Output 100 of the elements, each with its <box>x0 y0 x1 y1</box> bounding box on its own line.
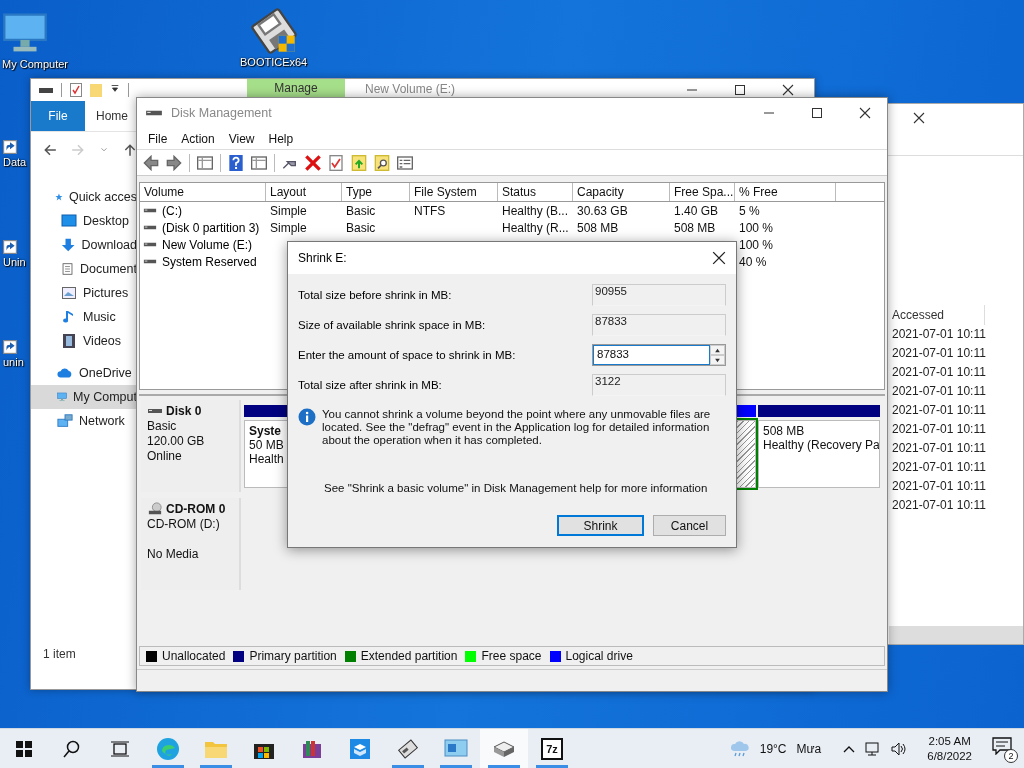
icon-label: unin <box>3 356 24 368</box>
legend-label: Logical drive <box>565 649 633 663</box>
column-header[interactable]: File System <box>410 183 498 201</box>
up-icon[interactable] <box>123 142 137 157</box>
icon-label: BOOTICEx64 <box>240 56 308 68</box>
nav-item[interactable]: Pictures <box>31 281 137 305</box>
horizontal-scrollbar[interactable] <box>889 626 1023 644</box>
nav-item[interactable]: Download <box>31 233 137 257</box>
date-cell-text: 2021-07-01 10:11 <box>892 345 987 362</box>
shortcut-icon <box>3 340 17 354</box>
videos-icon <box>61 333 77 349</box>
column-header[interactable]: Layout <box>266 183 342 201</box>
column-header[interactable]: Accessed <box>889 305 985 325</box>
table-cell-text: 30.63 GB <box>576 203 629 218</box>
nav-item[interactable]: Music <box>31 305 137 329</box>
readonly-field: 87833 <box>592 314 726 336</box>
info-icon <box>298 408 316 426</box>
column-header[interactable]: Volume <box>140 183 266 201</box>
weather-text[interactable]: Mưa <box>796 741 822 756</box>
date-cell-text: 2021-07-01 10:11 <box>892 440 987 457</box>
nav-item[interactable]: OneDrive <box>31 361 137 385</box>
column-header[interactable]: Free Spa... <box>670 183 735 201</box>
network-icon[interactable] <box>865 741 882 756</box>
chevron-up-icon[interactable] <box>843 744 856 753</box>
nav-item[interactable]: Desktop <box>31 209 137 233</box>
drive-icon <box>143 207 157 214</box>
menu-item[interactable]: File <box>141 131 175 146</box>
disk-name: Disk 0 <box>166 404 202 418</box>
chat-bubble-icon <box>992 736 1012 755</box>
panel-icon[interactable] <box>197 154 213 171</box>
disk-info: 120.00 GB <box>147 434 206 448</box>
taskbar-app[interactable]: 7z <box>528 729 576 768</box>
date-cell-text: 2021-07-01 10:11 <box>892 326 987 343</box>
table-cell-text: Simple <box>269 220 308 235</box>
column-header[interactable]: Status <box>498 183 573 201</box>
temperature-text[interactable]: 19°C <box>759 741 787 756</box>
number-spinner[interactable]: 87833 <box>592 344 726 366</box>
folder-search-icon[interactable] <box>374 154 390 171</box>
partition-block[interactable]: 508 MB Healthy (Recovery Pa <box>758 420 880 488</box>
panel-icon[interactable] <box>251 154 267 171</box>
date-cell-text: 2021-07-01 10:11 <box>892 497 987 514</box>
shrink-button[interactable]: Shrink <box>557 515 644 536</box>
window-title: Disk Management <box>171 106 272 120</box>
delete-icon[interactable] <box>305 154 321 171</box>
table-cell-text: 508 MB <box>673 220 717 235</box>
close-button[interactable] <box>782 84 794 96</box>
nav-item[interactable]: Network <box>31 409 137 433</box>
menu-item[interactable]: View <box>221 131 262 146</box>
column-header[interactable]: Type <box>342 183 410 201</box>
field-label: Total size before shrink in MB: <box>298 289 452 301</box>
maximize-button[interactable] <box>811 107 823 119</box>
notifications-button[interactable]: 2 <box>992 736 1016 761</box>
field-label: Total size after shrink in MB: <box>298 379 442 391</box>
legend-label: Unallocated <box>162 649 226 663</box>
clock[interactable]: 2:05 AM 6/8/2022 <box>927 733 972 764</box>
maximize-button[interactable] <box>734 84 746 96</box>
close-button[interactable] <box>859 107 871 119</box>
checklist-icon[interactable] <box>328 154 344 171</box>
table-cell-text: NTFS <box>413 203 447 218</box>
nav-item[interactable]: Videos <box>31 329 137 353</box>
nav-item[interactable]: Quick acces <box>31 185 137 209</box>
close-button[interactable] <box>712 251 726 265</box>
monitor-icon <box>444 738 468 759</box>
cd-drive-icon <box>147 502 163 516</box>
status-text: 1 item <box>43 647 76 661</box>
forward-icon[interactable] <box>166 154 182 171</box>
contextual-tab[interactable]: Manage <box>247 79 345 97</box>
drive-icon <box>143 258 157 265</box>
close-button[interactable] <box>913 111 925 124</box>
nav-item[interactable]: Document <box>31 257 137 281</box>
icon-label: My Computer <box>2 58 69 70</box>
list-icon[interactable] <box>397 154 413 171</box>
spin-down-icon[interactable] <box>714 356 721 364</box>
spin-up-icon[interactable] <box>714 346 721 354</box>
cancel-button[interactable]: Cancel <box>653 515 726 536</box>
menu-item[interactable]: Help <box>261 131 301 146</box>
field-label: Size of available shrink space in MB: <box>298 319 486 331</box>
drive-icon[interactable] <box>39 86 53 94</box>
nav-item[interactable]: My Comput <box>31 385 137 409</box>
volume-icon[interactable] <box>891 741 908 756</box>
table-cell: (C:) <box>162 203 182 218</box>
column-header[interactable]: % Free <box>735 183 836 201</box>
menu-item[interactable]: Action <box>174 131 222 146</box>
search-icon <box>63 739 81 758</box>
back-icon[interactable] <box>143 154 159 171</box>
ribbon-tab[interactable]: File <box>31 101 85 131</box>
table-cell: System Reserved <box>162 254 257 269</box>
help-icon[interactable] <box>228 154 244 171</box>
properties-icon[interactable] <box>70 83 82 97</box>
column-header[interactable]: Capacity <box>573 183 670 201</box>
pictures-icon <box>61 285 77 301</box>
disk-info: Basic <box>147 419 178 433</box>
date-cell-text: 2021-07-01 10:11 <box>892 364 987 381</box>
folder-up-icon[interactable] <box>351 154 367 171</box>
table-cell-text: 40 % <box>738 254 768 269</box>
ribbon-tab[interactable]: Home <box>85 101 139 131</box>
table-cell-text: 100 % <box>738 220 775 235</box>
dropdown-icon[interactable] <box>110 83 120 93</box>
back-icon[interactable] <box>43 142 57 157</box>
disk-info: CD-ROM (D:) <box>147 517 221 531</box>
